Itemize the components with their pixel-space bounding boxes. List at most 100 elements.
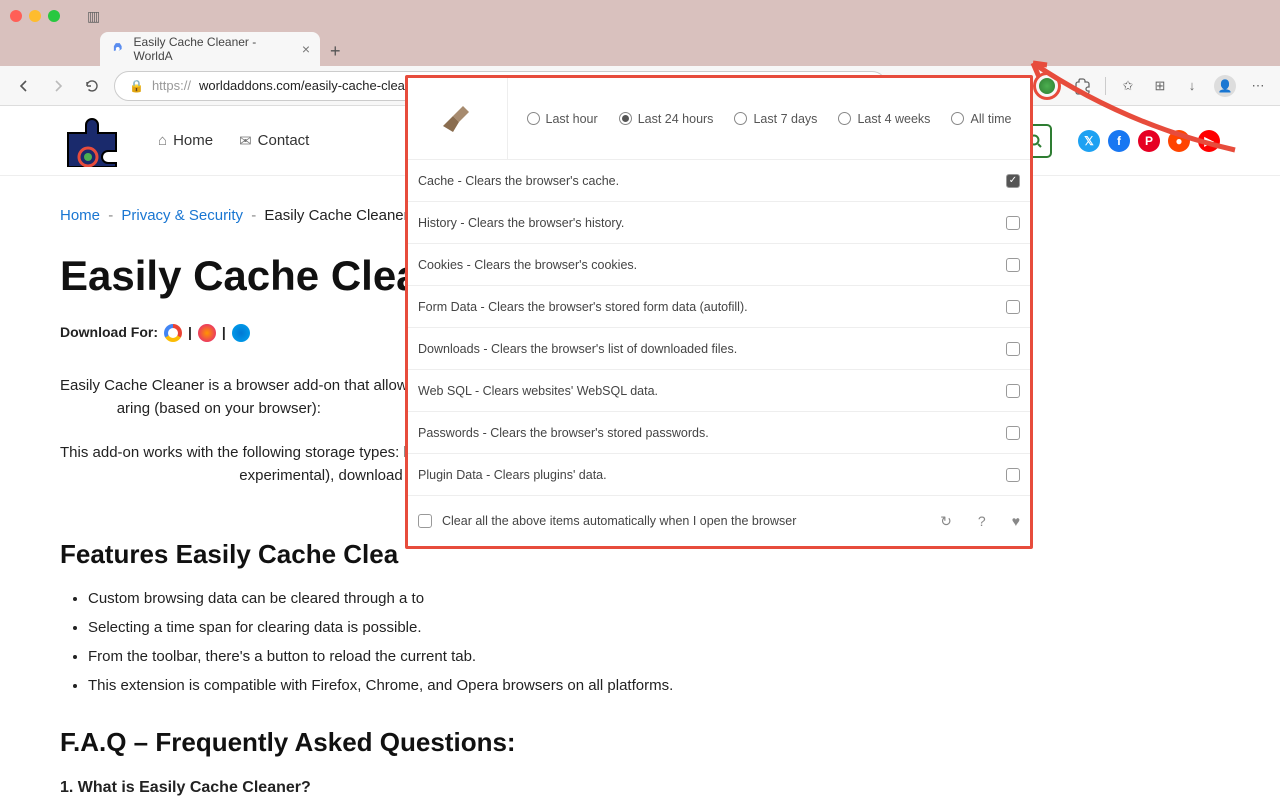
- range-label: Last 4 weeks: [857, 112, 930, 126]
- forward-button[interactable]: [46, 74, 70, 98]
- url-path: worldaddons.com/easily-cache-cleaner/: [199, 78, 427, 93]
- faq-question: 1. What is Easily Cache Cleaner?: [60, 776, 1220, 800]
- extensions-puzzle-icon[interactable]: [1073, 76, 1093, 96]
- tab-favicon-icon: [110, 41, 126, 57]
- downloads-icon[interactable]: ↓: [1182, 76, 1202, 96]
- clear-item-row[interactable]: Cache - Clears the browser's cache. ✓: [408, 160, 1030, 202]
- radio-icon: [619, 112, 632, 125]
- clear-item-checkbox[interactable]: [1006, 426, 1020, 440]
- clear-item-row[interactable]: Form Data - Clears the browser's stored …: [408, 286, 1030, 328]
- site-logo[interactable]: [60, 115, 132, 167]
- clear-item-checkbox[interactable]: [1006, 216, 1020, 230]
- auto-clear-label: Clear all the above items automatically …: [442, 514, 796, 528]
- youtube-icon[interactable]: ▶: [1198, 130, 1220, 152]
- extension-popup: Last hour Last 24 hours Last 7 days Last 4 …: [405, 75, 1033, 549]
- clear-item-row[interactable]: Passwords - Clears the browser's stored …: [408, 412, 1030, 454]
- nav-contact-label: Contact: [258, 132, 310, 149]
- clear-item-row[interactable]: History - Clears the browser's history.: [408, 202, 1030, 244]
- new-tab-button[interactable]: +: [320, 37, 351, 66]
- crumb-home[interactable]: Home: [60, 207, 100, 224]
- heart-icon[interactable]: ♥: [1012, 513, 1020, 529]
- tab-bar: Easily Cache Cleaner - WorldA × +: [0, 32, 1280, 66]
- clear-item-label: Passwords - Clears the browser's stored …: [418, 426, 709, 440]
- feature-item: Selecting a time span for clearing data …: [88, 616, 1220, 639]
- clear-item-checkbox[interactable]: [1006, 300, 1020, 314]
- clear-item-row[interactable]: Downloads - Clears the browser's list of…: [408, 328, 1030, 370]
- nav-home-label: Home: [173, 132, 213, 149]
- profile-avatar[interactable]: 👤: [1214, 75, 1236, 97]
- time-range-group: Last hour Last 24 hours Last 7 days Last 4 …: [508, 112, 1030, 126]
- clear-item-checkbox[interactable]: ✓: [1006, 174, 1020, 188]
- reddit-icon[interactable]: ●: [1168, 130, 1190, 152]
- range-label: Last 24 hours: [638, 112, 714, 126]
- extension-highlighted-button[interactable]: [1033, 72, 1061, 100]
- faq-heading: F.A.Q – Frequently Asked Questions:: [60, 722, 1220, 762]
- clear-item-label: Plugin Data - Clears plugins' data.: [418, 468, 607, 482]
- mail-icon: ✉: [239, 132, 252, 150]
- window-minimize-button[interactable]: [29, 10, 41, 22]
- feature-item: This extension is compatible with Firefo…: [88, 674, 1220, 697]
- time-range-option[interactable]: Last 7 days: [734, 112, 817, 126]
- url-protocol: https://: [152, 78, 191, 93]
- time-range-option[interactable]: All time: [951, 112, 1011, 126]
- time-range-option[interactable]: Last 4 weeks: [838, 112, 930, 126]
- window-maximize-button[interactable]: [48, 10, 60, 22]
- clear-item-checkbox[interactable]: [1006, 342, 1020, 356]
- clear-item-checkbox[interactable]: [1006, 468, 1020, 482]
- clear-item-row[interactable]: Plugin Data - Clears plugins' data.: [408, 454, 1030, 496]
- clear-item-label: Cache - Clears the browser's cache.: [418, 174, 619, 188]
- menu-dots-icon[interactable]: ⋯: [1248, 76, 1268, 96]
- clear-item-label: History - Clears the browser's history.: [418, 216, 624, 230]
- nav-contact[interactable]: ✉ Contact: [239, 132, 309, 150]
- back-button[interactable]: [12, 74, 36, 98]
- favorites-icon[interactable]: ✩: [1118, 76, 1138, 96]
- clear-item-label: Web SQL - Clears websites' WebSQL data.: [418, 384, 658, 398]
- nav-home[interactable]: ⌂ Home: [158, 132, 213, 149]
- sidebar-toggle-icon[interactable]: ▥: [87, 8, 100, 25]
- cache-cleaner-icon: [1039, 78, 1055, 94]
- clear-items-list: Cache - Clears the browser's cache. ✓ Hist…: [408, 160, 1030, 496]
- refresh-button[interactable]: [80, 74, 104, 98]
- radio-icon: [527, 112, 540, 125]
- clear-item-label: Cookies - Clears the browser's cookies.: [418, 258, 637, 272]
- twitter-icon[interactable]: 𝕏: [1078, 130, 1100, 152]
- lock-icon: 🔒: [129, 79, 144, 93]
- window-titlebar: ▥: [0, 0, 1280, 32]
- crumb-category[interactable]: Privacy & Security: [121, 207, 243, 224]
- facebook-icon[interactable]: f: [1108, 130, 1130, 152]
- clear-item-row[interactable]: Web SQL - Clears websites' WebSQL data.: [408, 370, 1030, 412]
- auto-clear-checkbox[interactable]: [418, 514, 432, 528]
- window-close-button[interactable]: [10, 10, 22, 22]
- clean-button[interactable]: [408, 78, 508, 159]
- browser-tab[interactable]: Easily Cache Cleaner - WorldA ×: [100, 32, 320, 66]
- feature-item: Custom browsing data can be cleared thro…: [88, 587, 1220, 610]
- chrome-icon[interactable]: [164, 324, 182, 342]
- tab-title: Easily Cache Cleaner - WorldA: [134, 35, 294, 63]
- radio-icon: [734, 112, 747, 125]
- clear-item-label: Downloads - Clears the browser's list of…: [418, 342, 737, 356]
- clear-item-label: Form Data - Clears the browser's stored …: [418, 300, 748, 314]
- social-links: 𝕏 f P ● ▶: [1078, 130, 1220, 152]
- time-range-option[interactable]: Last 24 hours: [619, 112, 714, 126]
- popup-footer: Clear all the above items automatically …: [408, 496, 1030, 546]
- crumb-current: Easily Cache Cleaner: [264, 207, 408, 224]
- clear-item-checkbox[interactable]: [1006, 258, 1020, 272]
- features-list: Custom browsing data can be cleared thro…: [60, 587, 1220, 698]
- home-icon: ⌂: [158, 132, 167, 149]
- separator: [1105, 77, 1106, 95]
- collections-icon[interactable]: ⊞: [1150, 76, 1170, 96]
- range-label: Last 7 days: [753, 112, 817, 126]
- reload-icon[interactable]: ↻: [940, 513, 952, 530]
- range-label: Last hour: [546, 112, 598, 126]
- clear-item-checkbox[interactable]: [1006, 384, 1020, 398]
- time-range-option[interactable]: Last hour: [527, 112, 598, 126]
- clear-item-row[interactable]: Cookies - Clears the browser's cookies.: [408, 244, 1030, 286]
- firefox-icon[interactable]: [198, 324, 216, 342]
- tab-close-icon[interactable]: ×: [302, 41, 310, 57]
- popup-header: Last hour Last 24 hours Last 7 days Last 4 …: [408, 78, 1030, 160]
- pinterest-icon[interactable]: P: [1138, 130, 1160, 152]
- radio-icon: [951, 112, 964, 125]
- edge-icon[interactable]: [232, 324, 250, 342]
- feature-item: From the toolbar, there's a button to re…: [88, 645, 1220, 668]
- help-icon[interactable]: ?: [978, 513, 986, 529]
